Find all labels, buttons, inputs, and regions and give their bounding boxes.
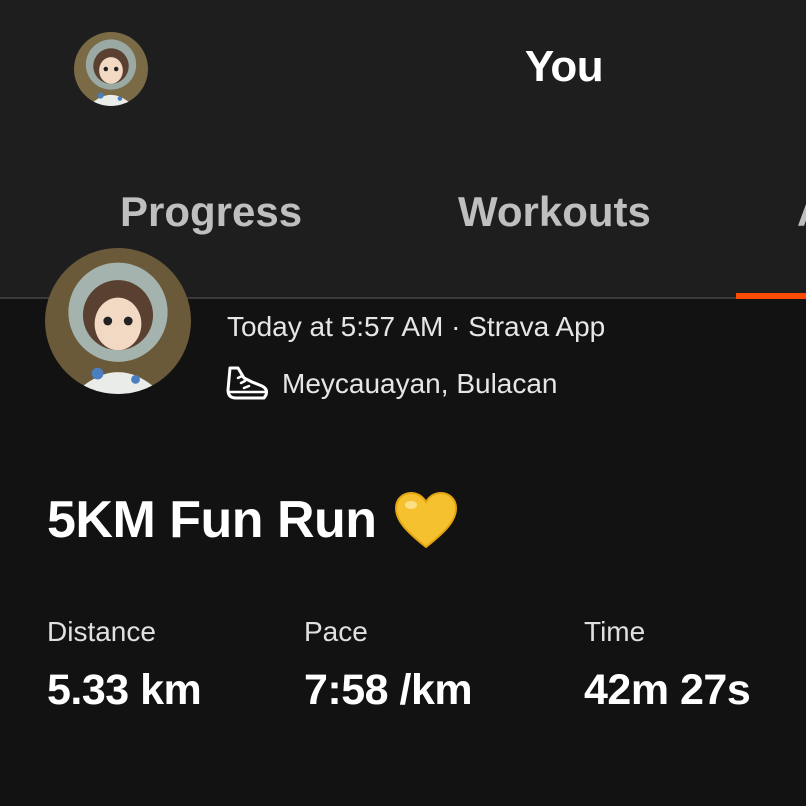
- athlete-avatar-icon: [45, 248, 191, 394]
- activity-title[interactable]: 5KM Fun Run: [47, 490, 377, 550]
- stat-time-label: Time: [584, 616, 646, 647]
- stat-distance: Distance 5.33 km: [47, 616, 202, 715]
- profile-avatar[interactable]: [74, 32, 148, 106]
- activity-title-row[interactable]: 5KM Fun Run: [47, 490, 459, 550]
- stat-pace-label: Pace: [304, 616, 368, 647]
- tab-workouts[interactable]: Workouts: [458, 188, 651, 236]
- stat-pace-value: 7:58 /km: [304, 666, 473, 714]
- activity-location: Meycauayan, Bulacan: [224, 364, 558, 404]
- stat-pace: Pace 7:58 /km: [304, 616, 473, 715]
- page-title: You: [524, 42, 604, 91]
- stat-distance-label: Distance: [47, 616, 156, 647]
- activity-timestamp: Today at 5:57 AM · Strava App: [227, 311, 606, 342]
- stat-distance-value: 5.33 km: [47, 666, 202, 714]
- stat-time-value: 42m 27s: [584, 666, 751, 714]
- stat-time: Time 42m 27s: [584, 616, 751, 715]
- tab-activities[interactable]: A: [797, 188, 806, 236]
- running-shoe-icon: [226, 366, 268, 400]
- yellow-heart-icon: [394, 491, 457, 549]
- tab-progress[interactable]: Progress: [120, 188, 302, 236]
- profile-avatar-icon: [74, 32, 148, 106]
- activity-athlete-avatar[interactable]: [45, 248, 191, 394]
- location-label: Meycauayan, Bulacan: [282, 368, 558, 399]
